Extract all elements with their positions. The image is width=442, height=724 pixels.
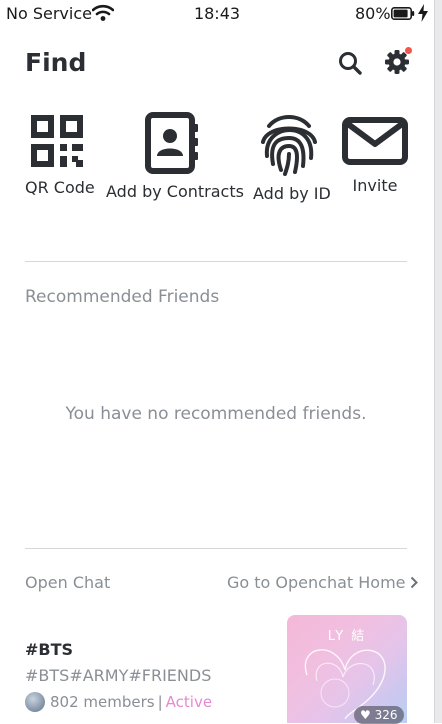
action-label: Invite (352, 176, 398, 195)
envelope-icon (342, 117, 408, 165)
likes-count: 326 (374, 708, 398, 722)
action-label: Add by Contracts (106, 182, 244, 201)
activity-status: Active (165, 693, 213, 711)
likes-badge: ♥ 326 (354, 706, 404, 724)
openchat-home-label: Go to Openchat Home (227, 573, 406, 592)
member-info: 802 members | Active (50, 693, 212, 711)
qr-code-icon (31, 115, 83, 167)
notification-dot (405, 47, 412, 54)
separator: | (157, 693, 163, 711)
divider (25, 548, 407, 549)
charging-icon (418, 4, 428, 22)
battery-percent: 80% (355, 4, 391, 23)
battery-icon (391, 7, 415, 20)
open-chat-label: Open Chat (25, 573, 111, 592)
openchat-home-link[interactable]: Go to Openchat Home (227, 573, 418, 592)
action-label: Add by ID (253, 184, 331, 203)
invite-button[interactable]: Invite (341, 112, 409, 195)
chat-name[interactable]: #BTS (25, 640, 73, 659)
avatar (25, 692, 45, 712)
action-label: QR Code (25, 178, 95, 197)
heart-icon: ♥ (360, 708, 371, 722)
search-icon[interactable] (337, 50, 363, 76)
status-bar: No Service 18:43 80% (0, 0, 434, 28)
recommended-friends-title: Recommended Friends (25, 287, 220, 307)
add-by-id-button[interactable]: Add by ID (253, 112, 331, 203)
window-edge (434, 0, 442, 723)
divider (25, 261, 407, 262)
chevron-right-icon (410, 576, 418, 589)
fingerprint-icon (261, 115, 317, 176)
contacts-book-icon (145, 112, 198, 174)
qr-code-button[interactable]: QR Code (25, 112, 95, 197)
member-count: 802 members (50, 693, 155, 711)
add-by-contracts-button[interactable]: Add by Contracts (106, 112, 244, 201)
page-title: Find (25, 48, 87, 77)
chat-hashtags: #BTS#ARMY#FRIENDS (25, 666, 212, 685)
empty-state-message: You have no recommended friends. (65, 404, 367, 424)
